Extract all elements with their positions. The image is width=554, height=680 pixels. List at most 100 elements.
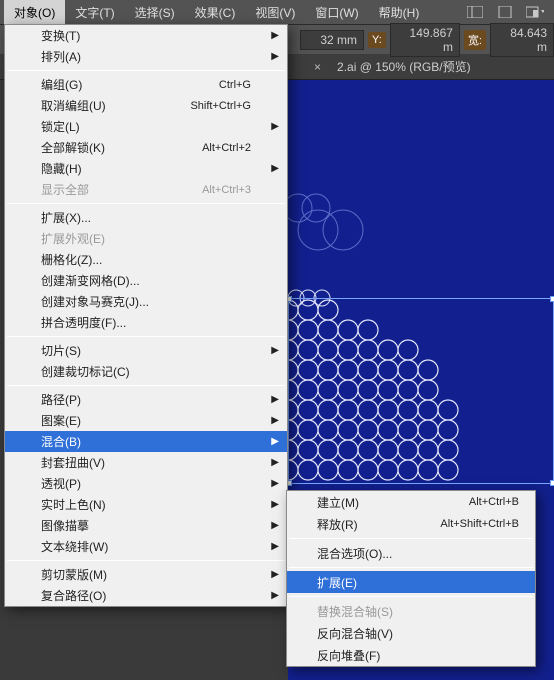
- menu-window[interactable]: 窗口(W): [305, 0, 368, 25]
- menu-select[interactable]: 选择(S): [125, 0, 185, 25]
- object-menu-item-29[interactable]: 剪切蒙版(M) ▶: [5, 564, 287, 585]
- object-menu-item-10[interactable]: 扩展(X)...: [5, 207, 287, 228]
- object-menu-item-17[interactable]: 切片(S)▶: [5, 340, 287, 361]
- menu-item-label: 替换混合轴(S): [317, 603, 393, 620]
- object-menu-item-30[interactable]: 复合路径(O)▶: [5, 585, 287, 606]
- shortcut-label: Shift+Ctrl+G: [190, 100, 251, 112]
- blend-submenu-item-1[interactable]: 释放(R) Alt+Shift+Ctrl+B: [287, 513, 535, 535]
- document-tab[interactable]: 2.ai @ 150% (RGB/预览): [329, 54, 479, 79]
- submenu-arrow-icon: ▶: [271, 121, 279, 132]
- menu-item-label: 释放(R): [317, 516, 358, 533]
- object-menu-item-23[interactable]: 封套扭曲(V) ▶: [5, 452, 287, 473]
- menu-type[interactable]: 文字(T): [65, 0, 124, 25]
- object-menu-item-12[interactable]: 栅格化(Z)...: [5, 249, 287, 270]
- object-menu-item-1[interactable]: 排列(A) ▶: [5, 46, 287, 67]
- object-menu-item-13[interactable]: 创建渐变网格(D)...: [5, 270, 287, 291]
- blend-submenu-item-5[interactable]: 扩展(E): [287, 571, 535, 593]
- blend-submenu-item-0[interactable]: 建立(M)Alt+Ctrl+B: [287, 491, 535, 513]
- submenu-arrow-icon: ▶: [271, 457, 279, 468]
- shortcut-label: Alt+Ctrl+3: [202, 184, 251, 196]
- menu-item-label: 取消编组(U): [41, 97, 106, 114]
- menu-item-label: 反向混合轴(V): [317, 625, 393, 642]
- submenu-arrow-icon: ▶: [271, 436, 279, 447]
- menu-item-label: 编组(G): [41, 76, 82, 93]
- menu-item-label: 文本绕排(W): [41, 538, 108, 555]
- object-menu-item-15[interactable]: 拼合透明度(F)...: [5, 312, 287, 333]
- object-menu-item-24[interactable]: 透视(P) ▶: [5, 473, 287, 494]
- object-menu-item-14[interactable]: 创建对象马赛克(J)...: [5, 291, 287, 312]
- shortcut-label: Ctrl+G: [219, 79, 251, 91]
- doc-setup-icon[interactable]: [496, 3, 514, 21]
- submenu-arrow-icon: ▶: [271, 520, 279, 531]
- object-menu-item-5[interactable]: 锁定(L) ▶: [5, 116, 287, 137]
- submenu-arrow-icon: ▶: [271, 30, 279, 41]
- menu-item-label: 创建对象马赛克(J)...: [41, 293, 149, 310]
- menu-item-label: 封套扭曲(V): [41, 454, 105, 471]
- submenu-arrow-icon: ▶: [271, 163, 279, 174]
- object-menu-item-6[interactable]: 全部解锁(K) Alt+Ctrl+2: [5, 137, 287, 158]
- handle-se[interactable]: [550, 480, 554, 486]
- submenu-arrow-icon: ▶: [271, 590, 279, 601]
- object-menu-item-18[interactable]: 创建裁切标记(C): [5, 361, 287, 382]
- object-menu-item-27[interactable]: 文本绕排(W) ▶: [5, 536, 287, 557]
- w-value[interactable]: 84.643 m: [490, 23, 554, 57]
- selection-bounds: [288, 298, 554, 484]
- y-label: Y:: [368, 32, 386, 48]
- object-menu-dropdown: 变换(T)▶ 排列(A) ▶ 编组(G) Ctrl+G 取消编组(U) Shift+Ctrl…: [4, 24, 288, 607]
- object-menu-item-0[interactable]: 变换(T)▶: [5, 25, 287, 46]
- object-menu-item-21[interactable]: 图案(E) ▶: [5, 410, 287, 431]
- shortcut-label: Alt+Ctrl+2: [202, 142, 251, 154]
- menu-item-label: 剪切蒙版(M): [41, 566, 107, 583]
- menu-view[interactable]: 视图(V): [245, 0, 305, 25]
- blend-submenu: 建立(M)Alt+Ctrl+B 释放(R) Alt+Shift+Ctrl+B 混合选项…: [286, 490, 536, 667]
- menu-item-label: 图案(E): [41, 412, 81, 429]
- object-menu-item-8: 显示全部 Alt+Ctrl+3: [5, 179, 287, 200]
- submenu-arrow-icon: ▶: [271, 51, 279, 62]
- menubar: 对象(O) 文字(T) 选择(S) 效果(C) 视图(V) 窗口(W) 帮助(H…: [0, 0, 554, 24]
- object-menu-item-4[interactable]: 取消编组(U) Shift+Ctrl+G: [5, 95, 287, 116]
- y-value[interactable]: 149.867 m: [390, 23, 460, 57]
- submenu-arrow-icon: ▶: [271, 499, 279, 510]
- submenu-arrow-icon: ▶: [271, 569, 279, 580]
- object-menu-item-7[interactable]: 隐藏(H) ▶: [5, 158, 287, 179]
- menu-effect[interactable]: 效果(C): [185, 0, 246, 25]
- submenu-arrow-icon: ▶: [271, 415, 279, 426]
- blend-submenu-item-8[interactable]: 反向混合轴(V): [287, 622, 535, 644]
- menu-item-label: 锁定(L): [41, 118, 80, 135]
- object-menu-item-25[interactable]: 实时上色(N)▶: [5, 494, 287, 515]
- menu-item-label: 隐藏(H): [41, 160, 82, 177]
- submenu-arrow-icon: ▶: [271, 478, 279, 489]
- close-tab-icon[interactable]: ×: [314, 60, 321, 74]
- menu-item-label: 透视(P): [41, 475, 81, 492]
- object-menu-item-3[interactable]: 编组(G) Ctrl+G: [5, 74, 287, 95]
- menu-item-label: 显示全部: [41, 181, 89, 198]
- object-menu-item-22[interactable]: 混合(B) ▶: [5, 431, 287, 452]
- menu-item-label: 创建裁切标记(C): [41, 363, 130, 380]
- blend-submenu-item-3[interactable]: 混合选项(O)...: [287, 542, 535, 564]
- x-value[interactable]: 32 mm: [300, 30, 364, 50]
- blend-submenu-item-9[interactable]: 反向堆叠(F): [287, 644, 535, 666]
- handle-ne[interactable]: [550, 296, 554, 302]
- menu-item-label: 排列(A): [41, 48, 81, 65]
- menu-item-label: 图像描摹: [41, 517, 89, 534]
- menu-item-label: 栅格化(Z)...: [41, 251, 102, 268]
- w-label: 宽:: [464, 30, 486, 50]
- menu-item-label: 混合(B): [41, 433, 81, 450]
- menu-item-label: 扩展外观(E): [41, 230, 105, 247]
- menu-object[interactable]: 对象(O): [4, 0, 65, 25]
- menu-item-label: 混合选项(O)...: [317, 545, 392, 562]
- blend-submenu-item-7: 替换混合轴(S): [287, 600, 535, 622]
- workspace-dropdown-icon[interactable]: [526, 3, 544, 21]
- menu-item-label: 拼合透明度(F)...: [41, 314, 126, 331]
- layout-icon[interactable]: [466, 3, 484, 21]
- shortcut-label: Alt+Shift+Ctrl+B: [440, 518, 519, 530]
- submenu-arrow-icon: ▶: [271, 394, 279, 405]
- menu-item-label: 扩展(E): [317, 574, 357, 591]
- object-menu-item-26[interactable]: 图像描摹 ▶: [5, 515, 287, 536]
- shortcut-label: Alt+Ctrl+B: [469, 496, 519, 508]
- menu-item-label: 全部解锁(K): [41, 139, 105, 156]
- object-menu-item-20[interactable]: 路径(P)▶: [5, 389, 287, 410]
- submenu-arrow-icon: ▶: [271, 541, 279, 552]
- menu-item-label: 扩展(X)...: [41, 209, 91, 226]
- menu-help[interactable]: 帮助(H): [369, 0, 430, 25]
